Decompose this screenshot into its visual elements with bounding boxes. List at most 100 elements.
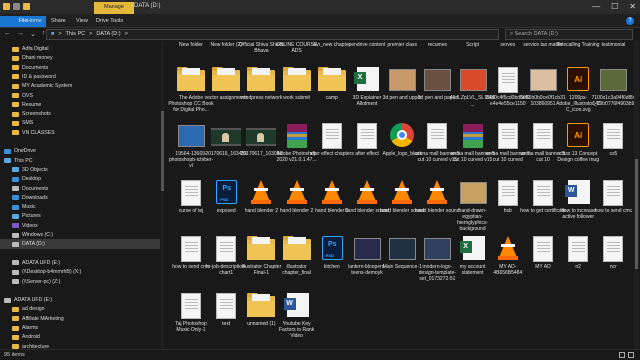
sidebar-item-label: Dhani money [22, 55, 53, 62]
tab-view[interactable]: View [71, 16, 93, 27]
excel-icon: X [457, 234, 489, 264]
view-toggle[interactable] [619, 352, 634, 358]
details-view-icon[interactable] [619, 352, 625, 358]
file-item[interactable]: cs5 [590, 121, 636, 157]
folder-icon [12, 55, 19, 61]
sidebar-item-label: Pictures [22, 213, 41, 220]
scrollbar-thumb[interactable] [161, 111, 164, 191]
image-icon [457, 178, 489, 208]
doc-icon [597, 234, 629, 264]
video-icon [245, 121, 277, 151]
doc-icon [175, 291, 207, 321]
navigation-pane-scrollbar[interactable] [161, 41, 164, 349]
file-item[interactable]: testimonial [590, 42, 636, 48]
folder-icon [12, 232, 19, 238]
breadcrumb-separator: > [124, 31, 128, 37]
navigation-pane: Adfa Digital Dhani money Documents ID & pas… [0, 41, 164, 350]
file-item[interactable]: ncr [590, 234, 636, 270]
large-icons-view-icon[interactable] [628, 352, 634, 358]
image-icon [175, 121, 207, 151]
back-arrow-icon[interactable]: ← [4, 30, 11, 38]
breadcrumb-data-d[interactable]: DATA (D:) [96, 31, 120, 38]
new-folder-icon[interactable] [23, 3, 30, 10]
folder-icon [12, 83, 19, 89]
folder-icon [12, 65, 19, 71]
vlc-icon [281, 178, 313, 208]
sidebar-item-label: MY Academic System [22, 83, 73, 90]
sidebar-item-label: DATA (D:) [22, 241, 45, 248]
folder-icon [12, 213, 19, 219]
window-controls: — ☐ ✕ [592, 2, 636, 11]
folder-icon [4, 297, 11, 303]
doc-icon [492, 121, 524, 151]
vlc-icon [386, 178, 418, 208]
file-list: New folder New folder (2) Official Shiva S… [168, 41, 635, 349]
sidebar-item[interactable]: VN CLASSES [0, 128, 55, 138]
address-bar-row: ← → ⌄ ↑ ■ > This PC > DATA (D:) > ⌕ Sear… [0, 28, 640, 41]
forward-arrow-icon[interactable]: → [17, 30, 24, 38]
sidebar-item[interactable]: DATA (D:) [0, 239, 160, 250]
sidebar-item-label: ID & password [22, 73, 56, 80]
folder-icon [316, 65, 348, 95]
sidebar-item-label: ADATA UFD (E:) [22, 259, 61, 266]
maximize-button[interactable]: ☐ [611, 2, 618, 11]
file-item[interactable]: W Youtube Key Factors to Rank Video [274, 291, 320, 339]
search-placeholder: Search DATA (D:) [514, 31, 558, 37]
status-bar: 95 items [0, 349, 640, 360]
sidebar-item[interactable]: (\\Server-pc) (Z:) [0, 277, 60, 287]
doc-icon [527, 234, 559, 264]
scrollbar-thumb[interactable] [635, 159, 638, 269]
file-label: cs5 [609, 151, 618, 157]
sidebar-item-label: Videos [22, 222, 38, 229]
word-icon: W [281, 291, 313, 321]
psd-icon: Ps PSD [316, 234, 348, 264]
folder-icon [12, 176, 19, 182]
recent-chevron-icon[interactable]: ⌄ [30, 30, 36, 38]
doc-icon [492, 178, 524, 208]
close-button[interactable]: ✕ [629, 2, 636, 11]
tab-home[interactable]: Home [22, 16, 47, 27]
doc-icon [316, 121, 348, 151]
image-icon [457, 65, 489, 95]
folder-icon [12, 102, 19, 108]
help-icon[interactable]: ? [626, 17, 634, 25]
navigation-buttons: ← → ⌄ ↑ [4, 30, 45, 38]
sidebar-item-label: Resume [22, 101, 42, 108]
file-label: 7100x1c3a94f6df8c14f9b0776f4903b9 [591, 95, 636, 107]
psd-icon: Ps PSD [210, 178, 242, 208]
search-input[interactable]: ⌕ Search DATA (D:) [505, 29, 633, 40]
minimize-button[interactable]: — [592, 2, 600, 11]
file-item[interactable]: how to send cmc [590, 178, 636, 214]
breadcrumb-this-pc[interactable]: This PC [66, 31, 86, 38]
folder-icon [12, 316, 19, 322]
properties-icon[interactable] [13, 3, 20, 10]
sidebar-item-label: OneDrive [14, 148, 36, 155]
folder-icon [281, 65, 313, 95]
drive-icon: ■ [51, 31, 55, 37]
tab-share[interactable]: Share [46, 16, 71, 27]
image-icon [421, 234, 453, 264]
excel-icon: X [351, 65, 383, 95]
folder-icon [12, 111, 19, 117]
file-item[interactable]: 7100x1c3a94f6df8c14f9b0776f4903b9 [590, 65, 636, 107]
vlc-icon [492, 234, 524, 264]
image-icon [597, 65, 629, 95]
folder-icon [175, 65, 207, 95]
tab-drive-tools[interactable]: Drive Tools [91, 16, 128, 27]
rar-icon [457, 121, 489, 151]
manage-context-tab[interactable]: Manage [94, 2, 134, 14]
folder-icon [12, 334, 19, 340]
video-icon [210, 121, 242, 151]
up-arrow-icon[interactable]: ↑ [42, 30, 46, 38]
folder-icon [3, 3, 10, 10]
folder-icon [12, 269, 19, 275]
file-list-scrollbar[interactable] [634, 41, 639, 349]
ai-icon: Ai [562, 65, 594, 95]
doc-icon [597, 121, 629, 151]
quick-access-toolbar[interactable] [3, 3, 30, 10]
address-field[interactable]: ■ > This PC > DATA (D:) > [46, 29, 499, 40]
doc-icon [351, 121, 383, 151]
sidebar-item-label: ad design [22, 306, 45, 313]
sidebar-item-label: Desktop [22, 176, 42, 183]
doc-icon [527, 121, 559, 151]
